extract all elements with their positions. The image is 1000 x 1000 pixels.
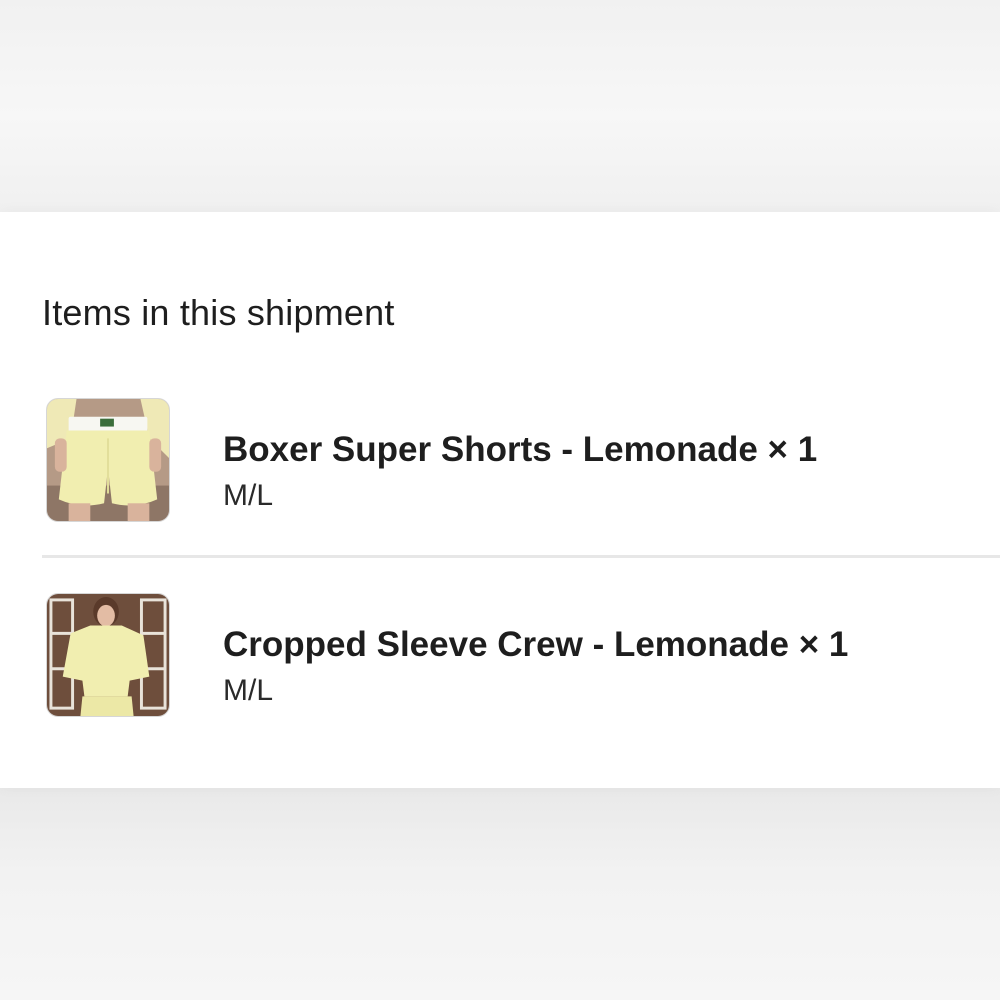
- background-top: [0, 0, 1000, 212]
- product-variant: M/L: [223, 674, 274, 707]
- background-bottom: [0, 788, 1000, 1000]
- list-item[interactable]: Cropped Sleeve Crew - Lemonade × 1 M/L: [0, 590, 1000, 720]
- product-variant: M/L: [223, 479, 274, 512]
- product-photo-crew: [47, 594, 169, 716]
- shipment-items-card: Items in this shipment Boxer Super Short…: [0, 212, 1000, 788]
- product-title[interactable]: Cropped Sleeve Crew - Lemonade × 1: [223, 625, 848, 665]
- product-photo-shorts: [47, 399, 169, 521]
- item-divider: [42, 555, 1000, 558]
- list-item[interactable]: Boxer Super Shorts - Lemonade × 1 M/L: [0, 395, 1000, 525]
- product-title[interactable]: Boxer Super Shorts - Lemonade × 1: [223, 430, 817, 470]
- product-thumbnail[interactable]: [46, 593, 170, 717]
- section-heading: Items in this shipment: [42, 292, 395, 333]
- product-thumbnail[interactable]: [46, 398, 170, 522]
